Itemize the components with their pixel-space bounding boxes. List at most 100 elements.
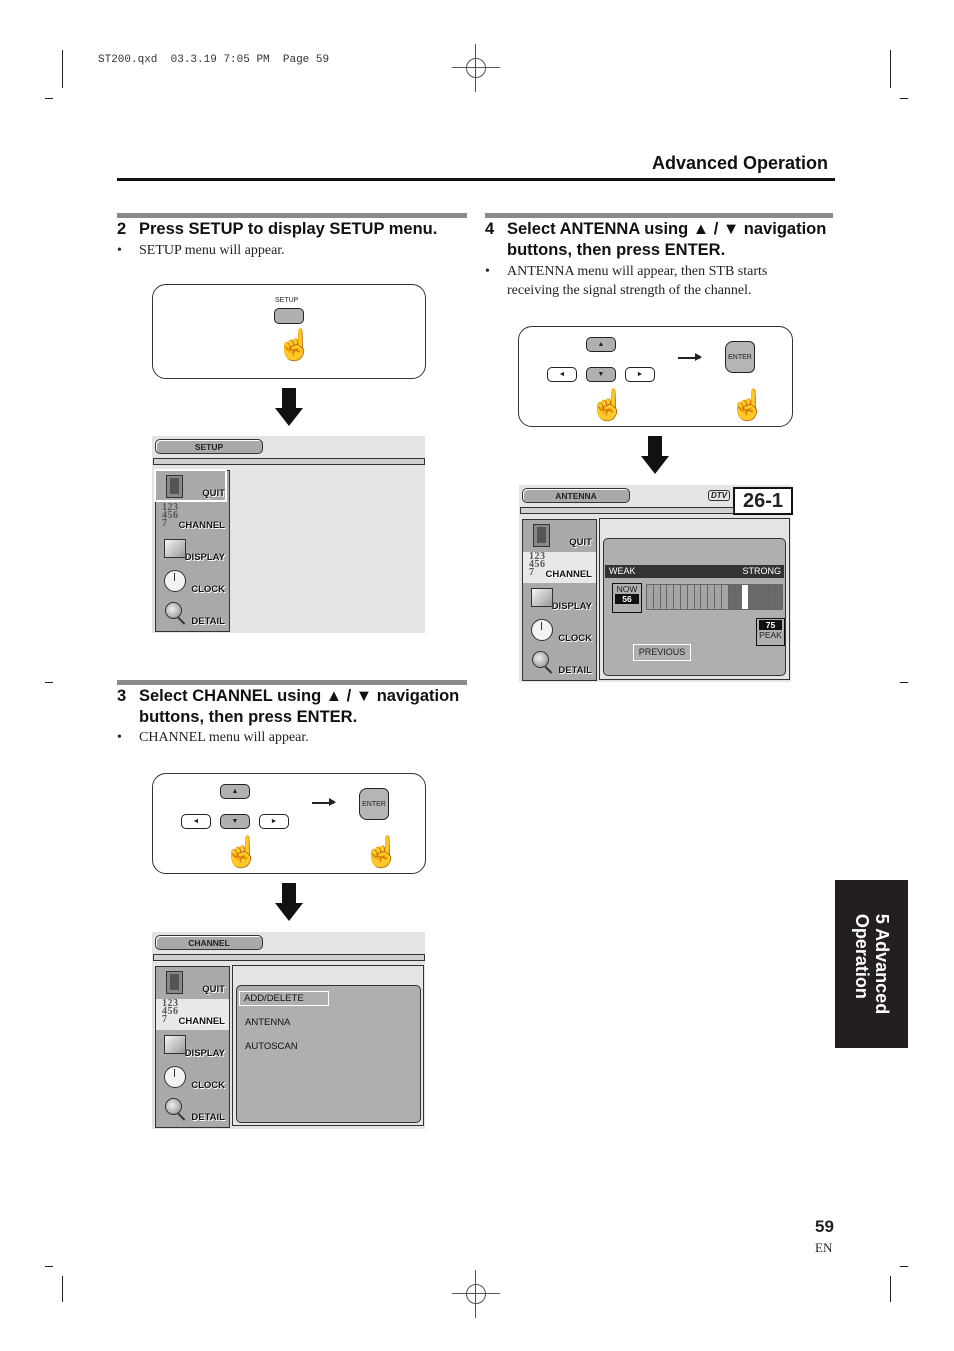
side-item-quit[interactable]: QUIT: [154, 469, 229, 502]
side-item-label: DISPLAY: [184, 552, 225, 563]
numbers-icon: 1 2 34 5 67: [529, 551, 545, 578]
side-item-label: DETAIL: [558, 665, 592, 676]
side-item-channel[interactable]: 1 2 34 5 67 CHANNEL: [156, 503, 229, 534]
down-button[interactable]: ▼: [586, 367, 616, 382]
step-divider: [117, 680, 467, 685]
side-item-display[interactable]: DISPLAY: [156, 1031, 229, 1062]
submenu-item-antenna[interactable]: ANTENNA: [245, 1017, 290, 1028]
left-button[interactable]: ◄: [181, 814, 211, 829]
side-item-label: DETAIL: [191, 1112, 225, 1123]
step-heading-text: Press SETUP to display SETUP menu.: [139, 220, 438, 238]
setup-button-label: SETUP: [275, 297, 299, 304]
submenu-item-autoscan[interactable]: AUTOSCAN: [245, 1041, 298, 1052]
crop-mark: [900, 682, 908, 683]
signal-panel: WEAK STRONG NOW 56 75 PEAK PREVIOUS: [599, 518, 790, 680]
right-arrow-icon: [678, 354, 702, 360]
down-arrow-icon: [641, 436, 669, 474]
crop-mark: [62, 1276, 63, 1302]
side-item-clock[interactable]: CLOCK: [523, 616, 596, 647]
side-item-channel[interactable]: 1 2 34 5 67 CHANNEL: [156, 999, 229, 1030]
bullet-text: ANTENNA menu will appear, then STB start…: [507, 264, 768, 279]
side-item-label: CHANNEL: [178, 520, 225, 531]
pointing-hand-icon: ☝: [729, 389, 767, 422]
side-item-display[interactable]: DISPLAY: [523, 584, 596, 615]
side-menu: QUIT 1 2 34 5 67 CHANNEL DISPLAY CLOCK D…: [522, 519, 597, 681]
registration-mark: [452, 44, 500, 92]
peak-value: 75: [759, 620, 782, 630]
bullet-text: SETUP menu will appear.: [139, 243, 285, 258]
weak-label: WEAK: [609, 566, 636, 576]
right-arrow-icon: [312, 799, 336, 805]
side-item-label: CHANNEL: [545, 569, 592, 580]
submenu-item-add-delete[interactable]: ADD/DELETE: [239, 991, 329, 1006]
remote-illustration-nav: ▲ ◄ ▼ ► ☝ ENTER ☝: [152, 773, 426, 874]
magnifier-icon: [532, 651, 549, 668]
clock-icon: [531, 619, 553, 641]
side-item-display[interactable]: DISPLAY: [156, 535, 229, 566]
print-file: ST200.qxd: [98, 54, 158, 66]
screen-tab: CHANNEL: [155, 935, 263, 950]
dtv-badge: DTV: [708, 490, 730, 501]
door-icon: [533, 524, 550, 547]
side-item-quit[interactable]: QUIT: [523, 520, 596, 551]
side-item-detail[interactable]: DETAIL: [156, 599, 229, 630]
side-item-label: CLOCK: [191, 1080, 225, 1091]
magnifier-icon: [165, 1098, 182, 1115]
side-item-clock[interactable]: CLOCK: [156, 567, 229, 598]
down-button[interactable]: ▼: [220, 814, 250, 829]
enter-button[interactable]: ENTER: [725, 341, 755, 373]
screen-tab: SETUP: [155, 439, 263, 454]
step-3-bullet: • CHANNEL menu will appear.: [117, 730, 309, 745]
enter-button[interactable]: ENTER: [359, 788, 389, 820]
bullet-text: receiving the signal strength of the cha…: [507, 283, 752, 298]
peak-indicator: 75 PEAK: [756, 618, 785, 646]
right-button[interactable]: ►: [259, 814, 289, 829]
crop-mark: [890, 50, 891, 88]
signal-segment: [775, 584, 784, 610]
submenu-panel: ADD/DELETE ANTENNA AUTOSCAN: [232, 965, 424, 1126]
side-item-label: DETAIL: [191, 616, 225, 627]
pointing-hand-icon: ☝: [223, 836, 261, 869]
step-3-heading: 3 Select CHANNEL using ▲ / ▼ navigation b…: [117, 686, 459, 728]
side-item-channel[interactable]: 1 2 34 5 67 CHANNEL: [523, 552, 596, 583]
down-arrow-icon: [275, 883, 303, 921]
signal-strength-bar: [646, 584, 784, 610]
peak-label: PEAK: [759, 630, 782, 640]
side-item-detail[interactable]: DETAIL: [156, 1095, 229, 1126]
magnifier-icon: [165, 602, 182, 619]
crop-mark: [900, 1266, 908, 1267]
clock-icon: [164, 570, 186, 592]
screen-tab: ANTENNA: [522, 488, 630, 503]
screen-rule: [153, 458, 425, 465]
step-2-heading: 2 Press SETUP to display SETUP menu.: [117, 219, 437, 240]
door-icon: [166, 475, 183, 498]
side-item-label: DISPLAY: [551, 601, 592, 612]
remote-illustration-nav: ▲ ◄ ▼ ► ☝ ENTER ☝: [518, 326, 793, 427]
step-heading-text: buttons, then press ENTER.: [507, 241, 726, 259]
up-button[interactable]: ▲: [220, 784, 250, 799]
side-item-clock[interactable]: CLOCK: [156, 1063, 229, 1094]
right-button[interactable]: ►: [625, 367, 655, 382]
tv-icon: [164, 1035, 186, 1054]
previous-button[interactable]: PREVIOUS: [633, 644, 691, 661]
print-header: ST200.qxd 03.3.19 7:05 PM Page 59: [98, 54, 329, 66]
crop-mark: [45, 682, 53, 683]
numbers-icon: 1 2 34 5 67: [162, 502, 178, 529]
setup-button[interactable]: [274, 308, 304, 324]
remote-illustration-setup: SETUP ☝: [152, 284, 426, 379]
channel-menu-screen: CHANNEL QUIT 1 2 34 5 67 CHANNEL DISPLAY…: [152, 932, 425, 1129]
crop-mark: [62, 50, 63, 88]
step-number: 4: [485, 220, 495, 238]
section-rule: [117, 178, 835, 181]
up-button[interactable]: ▲: [586, 337, 616, 352]
now-label: NOW: [616, 584, 638, 594]
step-heading-text: buttons, then press ENTER.: [139, 708, 358, 726]
left-button[interactable]: ◄: [547, 367, 577, 382]
registration-mark: [452, 1270, 500, 1318]
now-value: 56: [615, 594, 639, 604]
side-item-quit[interactable]: QUIT: [156, 967, 229, 998]
side-item-detail[interactable]: DETAIL: [523, 648, 596, 679]
down-arrow-icon: [275, 388, 303, 426]
side-item-label: QUIT: [569, 537, 592, 548]
print-page: Page 59: [282, 54, 330, 66]
